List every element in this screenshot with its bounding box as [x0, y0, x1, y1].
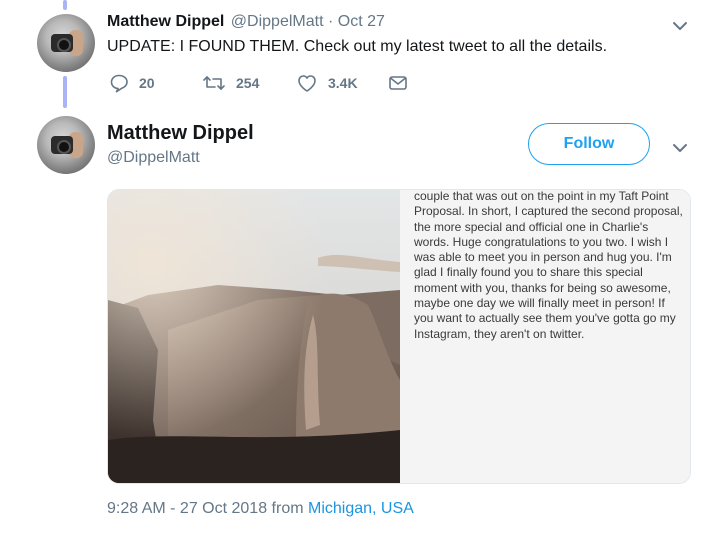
- author-name[interactable]: Matthew Dippel: [107, 13, 224, 30]
- author-handle[interactable]: @DippelMatt: [231, 13, 324, 30]
- tweet-media[interactable]: couple that was out on the point in my T…: [107, 189, 691, 484]
- message-button[interactable]: [388, 73, 418, 93]
- notes-screenshot[interactable]: couple that was out on the point in my T…: [400, 190, 690, 483]
- avatar[interactable]: [37, 116, 95, 174]
- thread-line-top: [63, 0, 67, 10]
- location-link[interactable]: Michigan, USA: [308, 500, 414, 517]
- tweet-text: UPDATE: I FOUND THEM. Check out my lates…: [107, 38, 608, 55]
- retweet-icon: [203, 76, 225, 90]
- author-name[interactable]: Matthew Dippel: [107, 122, 254, 145]
- reply-tweet-header: Matthew Dippel @DippelMatt · Oct 27: [107, 13, 385, 31]
- avatar[interactable]: [37, 14, 95, 72]
- tweet-date[interactable]: Oct 27: [338, 13, 385, 30]
- timestamp-text[interactable]: 9:28 AM - 27 Oct 2018 from: [107, 500, 308, 517]
- like-count: 3.4K: [328, 75, 358, 91]
- landscape-photo[interactable]: [108, 190, 400, 483]
- thread-line-bottom: [63, 76, 67, 108]
- retweet-button[interactable]: 254: [202, 73, 259, 93]
- follow-button[interactable]: Follow: [528, 123, 650, 165]
- chevron-down-icon[interactable]: [670, 16, 690, 41]
- reply-count: 20: [139, 75, 155, 91]
- like-icon: [298, 75, 316, 92]
- chevron-down-icon[interactable]: [670, 138, 690, 163]
- reply-button[interactable]: 20: [109, 73, 155, 93]
- author-handle[interactable]: @DippelMatt: [107, 149, 200, 167]
- reply-icon: [110, 74, 128, 93]
- like-button[interactable]: 3.4K: [296, 73, 358, 93]
- separator: ·: [327, 13, 334, 30]
- retweet-count: 254: [236, 75, 260, 91]
- notes-text: couple that was out on the point in my T…: [414, 189, 683, 341]
- message-icon: [389, 76, 407, 90]
- tweet-timestamp: 9:28 AM - 27 Oct 2018 from Michigan, USA: [107, 500, 414, 518]
